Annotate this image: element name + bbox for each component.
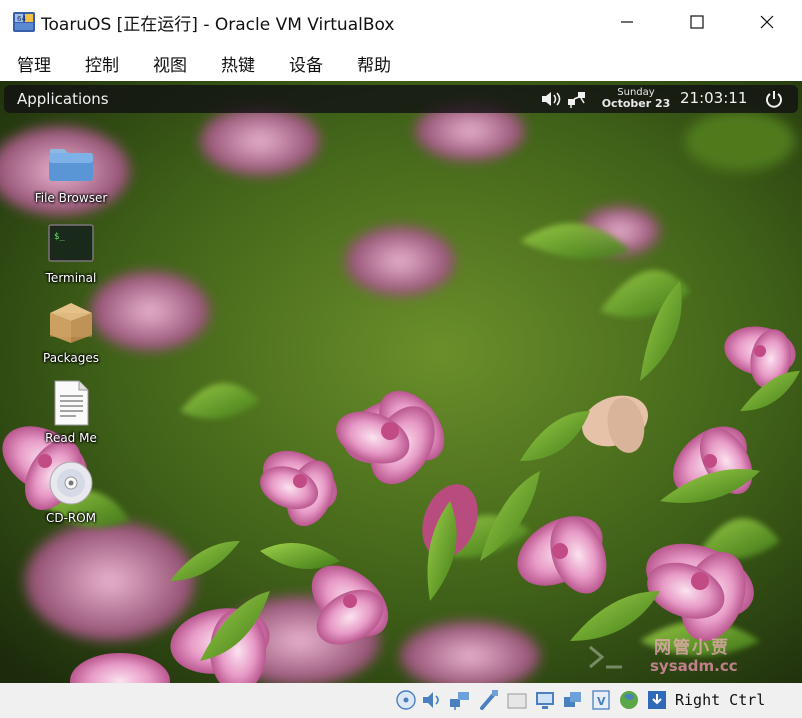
virtualization-icon[interactable]: V: [590, 688, 612, 712]
desktop-icon-read-me[interactable]: Read Me: [26, 379, 116, 445]
window-title: ToaruOS [正在运行] - Oracle VM VirtualBox: [41, 15, 395, 35]
menu-help[interactable]: 帮助: [357, 51, 391, 76]
package-box-icon: [50, 303, 92, 343]
desktop-icon-label: Terminal: [45, 271, 97, 285]
svg-text:$_: $_: [54, 232, 65, 242]
minimize-button[interactable]: [592, 0, 662, 44]
date-date: October 23: [601, 97, 671, 110]
minimize-icon: [621, 21, 633, 23]
host-key-label: Right Ctrl: [675, 691, 766, 709]
shared-folders-icon[interactable]: [506, 688, 528, 712]
desktop-icon-file-browser[interactable]: File Browser: [26, 139, 116, 205]
menu-hotkeys[interactable]: 热键: [221, 51, 255, 76]
desktop-wallpaper: [0, 81, 802, 683]
video-capture-icon[interactable]: [562, 688, 584, 712]
svg-text:V: V: [597, 695, 606, 708]
keyboard-capture-icon[interactable]: [646, 688, 668, 712]
audio-icon[interactable]: [421, 688, 443, 712]
terminal-prompt-watermark-icon: [589, 645, 622, 669]
optical-drive-icon[interactable]: [395, 688, 417, 712]
panel-date[interactable]: Sunday October 23: [600, 87, 672, 111]
desktop-icon-label: Read Me: [45, 431, 97, 445]
menu-devices[interactable]: 设备: [289, 51, 323, 76]
network-icon[interactable]: [566, 89, 588, 109]
power-icon[interactable]: [764, 89, 784, 109]
volume-icon[interactable]: [540, 90, 562, 108]
close-button[interactable]: [732, 0, 802, 44]
maximize-button[interactable]: [662, 0, 732, 44]
usb-icon[interactable]: [478, 688, 500, 712]
document-icon: [54, 380, 89, 426]
folder-icon: [49, 149, 93, 181]
desktop-icon-label: CD-ROM: [45, 511, 97, 525]
maximize-icon: [690, 15, 704, 29]
close-icon: [760, 15, 774, 29]
guest-top-panel: Applications Sunday October 23 21:03:11: [4, 85, 798, 113]
window-title-bar[interactable]: 64 ToaruOS [正在运行] - Oracle VM VirtualBox: [0, 0, 802, 44]
watermark: 网管小贾 sysadm.cc: [582, 633, 782, 681]
svg-text:64: 64: [17, 15, 26, 23]
panel-clock[interactable]: 21:03:11: [680, 89, 747, 107]
desktop-icon-terminal[interactable]: $_ Terminal: [26, 219, 116, 285]
desktop-icon-packages[interactable]: Packages: [26, 299, 116, 365]
watermark-title: 网管小贾: [654, 638, 730, 658]
watermark-url: sysadm.cc: [650, 657, 738, 675]
cdrom-icon: [49, 461, 93, 505]
menu-manage[interactable]: 管理: [17, 51, 51, 76]
network-icon[interactable]: [449, 688, 471, 712]
terminal-icon: $_: [48, 224, 94, 262]
menu-control[interactable]: 控制: [85, 51, 119, 76]
display-icon[interactable]: [534, 688, 556, 712]
applications-menu[interactable]: Applications: [17, 90, 109, 108]
mouse-integration-icon[interactable]: [618, 688, 640, 712]
desktop-icon-cd-rom[interactable]: CD-ROM: [26, 459, 116, 525]
desktop-icon-label: File Browser: [34, 191, 108, 205]
virtualbox-app-icon: 64: [13, 12, 35, 32]
menu-view[interactable]: 视图: [153, 51, 187, 76]
menu-bar: 管理 控制 视图 热键 设备 帮助: [0, 44, 802, 81]
guest-screen[interactable]: Applications Sunday October 23 21:03:11: [0, 81, 802, 683]
vm-status-bar: V Right Ctrl: [0, 683, 802, 718]
desktop-icon-label: Packages: [43, 351, 99, 365]
